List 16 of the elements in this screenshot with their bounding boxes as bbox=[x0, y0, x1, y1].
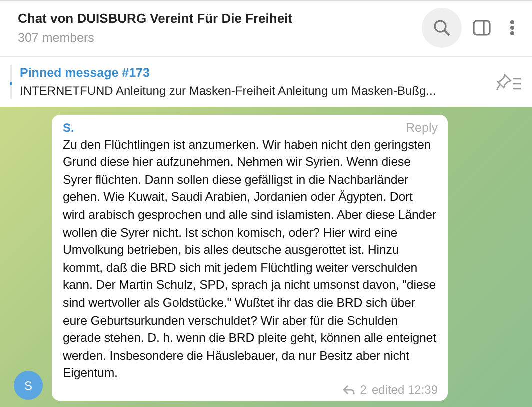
reply-count: 2 bbox=[360, 383, 367, 397]
pin-list-icon[interactable] bbox=[496, 72, 522, 91]
chat-title: Chat von DUISBURG Vereint Für Die Freiheit bbox=[18, 11, 294, 26]
search-icon bbox=[433, 19, 451, 38]
user-avatar[interactable]: S bbox=[14, 371, 43, 400]
pinned-label[interactable]: Pinned message #173 bbox=[20, 66, 496, 80]
reply-arrow-icon bbox=[343, 385, 356, 395]
search-button[interactable] bbox=[422, 8, 462, 48]
menu-icon bbox=[510, 20, 514, 36]
member-count: 307 members bbox=[18, 31, 96, 46]
reply-link[interactable]: Reply bbox=[406, 120, 438, 135]
message-text: Zu den Flüchtlingen ist anzumerken. Wir haben nicht den geringsten Grund diese hier aufzunehmen. Nehmen wir Syrien. Wenn diese Syrer flüchten. Dann sollen diese gefälligst in die Nachbarländer gehen. Wie Kuwait, Saudi Arabien, Jordanien oder Ägypten. Dort wird arabisch gesprochen und alle sind islamisten. Aber diese Länder wollen die Syrer nicht. Ist schon komisch, oder? Hier wird eine Umvolkung betrieben, bis alles deutsche ausgerottet ist. Hinzu kommt, daß die BRD sich mit jedem Flüchtling weiter verschulden kann. Der Martin Schulz, SPD, sprach ja nicht umsonst davon, "diese sind wertvoller als Goldstücke." Wußtet ihr das die BRD sich über eure Geburtsurkunden verschuldet? Wir aber für die Schulden gerade stehen. D. h. wenn die BRD pleite geht, können alle enteignet werden. Insbesondere die Häuslebauer, da nur Besitz aber nicht Eigentum. bbox=[63, 136, 438, 382]
pinned-text[interactable]: INTERNETFUND Anleitung zur Masken-Freiheit Anleitung um Masken-Bußg... bbox=[20, 84, 496, 98]
sidebar-icon bbox=[473, 20, 491, 36]
edited-time: edited 12:39 bbox=[372, 383, 438, 397]
message-author[interactable]: S. bbox=[63, 120, 74, 135]
